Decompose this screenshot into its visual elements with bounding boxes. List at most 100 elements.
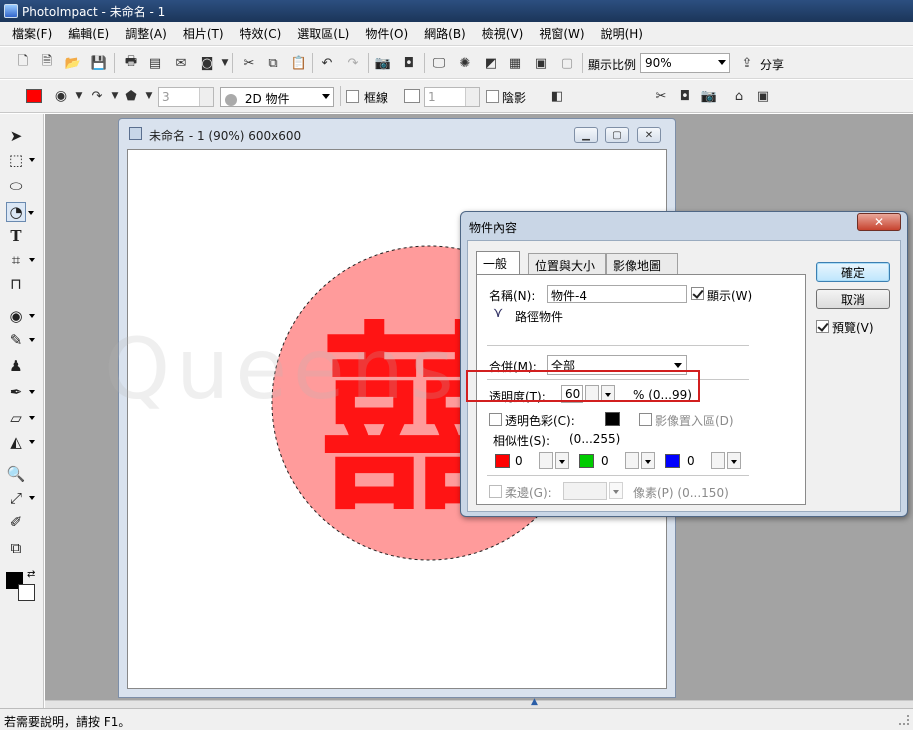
menu-help[interactable]: 說明(H)	[593, 25, 651, 42]
maximize-button[interactable]: ▢	[605, 127, 629, 143]
redo-icon[interactable]: ↷	[344, 54, 362, 72]
home-icon[interactable]: ⌂	[730, 87, 748, 105]
close-button[interactable]: ✕	[637, 127, 661, 143]
share-icon[interactable]: ⇪	[738, 54, 756, 72]
blue-spin-icon[interactable]	[711, 452, 725, 469]
perspective-tool-icon[interactable]: ⊓	[6, 274, 26, 294]
red-dropdown[interactable]	[555, 452, 569, 469]
menu-web[interactable]: 網路(B)	[416, 25, 474, 42]
scanner-icon[interactable]: ◘	[400, 54, 418, 72]
text-tool-icon[interactable]: T	[6, 226, 26, 246]
monitor-icon[interactable]: 🖵	[430, 54, 448, 72]
menu-window[interactable]: 視窗(W)	[531, 25, 592, 42]
menu-view[interactable]: 檢視(V)	[474, 25, 532, 42]
ok-button[interactable]: 確定	[816, 262, 890, 282]
path-edit-tool-icon[interactable]: ⬭	[6, 176, 26, 196]
spin-icon[interactable]	[465, 88, 479, 106]
menu-selection[interactable]: 選取區(L)	[289, 25, 357, 42]
new-from-template-icon[interactable]: 🗎	[38, 54, 56, 72]
name-input[interactable]: 物件-4	[547, 285, 687, 303]
new-file-icon[interactable]: 🗋	[14, 54, 32, 72]
path-mode-icon[interactable]: ↷	[88, 87, 106, 105]
eraser-tool-icon[interactable]: ▱	[6, 408, 35, 428]
fill-tool-icon[interactable]: ◭	[6, 432, 35, 452]
transparent-color-checkbox[interactable]	[489, 413, 502, 426]
cancel-button[interactable]: 取消	[816, 289, 890, 309]
pick-tool-icon[interactable]: ➤	[6, 126, 26, 146]
transparent-color-swatch[interactable]	[605, 412, 620, 426]
image-in-checkbox[interactable]	[639, 413, 652, 426]
red-value[interactable]: 0	[515, 454, 523, 468]
resize-grip-icon[interactable]	[899, 715, 909, 725]
email-icon[interactable]: ✉	[172, 54, 190, 72]
eyedropper-tool-icon[interactable]: ⤢	[6, 488, 35, 508]
stamp-tool-icon[interactable]: ♟	[6, 356, 26, 376]
show-checkbox[interactable]	[691, 287, 704, 300]
red-spin-icon[interactable]	[539, 452, 553, 469]
shape-icon[interactable]: ⬟	[122, 87, 140, 105]
menu-photo[interactable]: 相片(T)	[175, 25, 232, 42]
redeye-tool-icon[interactable]: ◉	[6, 306, 35, 326]
fill-type-icon[interactable]: ◉	[52, 87, 70, 105]
clone-tool-icon[interactable]: ✒	[6, 382, 35, 402]
tab-position-size[interactable]: 位置與大小	[528, 253, 606, 274]
zoom-select[interactable]: 90%	[640, 53, 730, 73]
camera-icon[interactable]: 📷	[374, 54, 392, 72]
open-folder-icon[interactable]: 📂	[64, 54, 82, 72]
menu-effects[interactable]: 特效(C)	[232, 25, 290, 42]
selection-tool-icon[interactable]: ⬚	[6, 150, 35, 170]
soft-edge-checkbox[interactable]	[489, 485, 502, 498]
fill-color-swatch[interactable]	[26, 89, 42, 103]
border-checkbox[interactable]	[346, 90, 359, 103]
width-spinner[interactable]: 3	[158, 87, 214, 107]
green-spin-icon[interactable]	[625, 452, 639, 469]
disabled-tool-icon[interactable]: ▢	[558, 54, 576, 72]
fill-type-dropdown-icon[interactable]: ▼	[70, 87, 88, 105]
pen-tool-icon[interactable]: ✐	[6, 512, 26, 532]
photoimpact-app-icon[interactable]	[4, 4, 18, 18]
tab-image-map[interactable]: 影像地圖	[606, 253, 678, 274]
spin-icon[interactable]	[199, 88, 213, 106]
capture-icon[interactable]: ◙	[198, 54, 216, 72]
border-color-swatch[interactable]	[404, 89, 420, 103]
crop-tool-icon[interactable]: ⌗	[6, 250, 35, 270]
menu-edit[interactable]: 編輯(E)	[60, 25, 117, 42]
mode-select[interactable]: 2D 物件	[220, 87, 334, 107]
copy-icon[interactable]: ⧉	[264, 54, 282, 72]
undo-icon[interactable]: ↶	[318, 54, 336, 72]
transform-icon[interactable]: ✂	[652, 87, 670, 105]
curve-icon[interactable]: ◩	[482, 54, 500, 72]
paste-icon[interactable]: 📋	[290, 54, 308, 72]
soft-edge-dropdown[interactable]	[609, 482, 623, 499]
tab-general[interactable]: 一般	[476, 251, 520, 275]
camera-small-icon[interactable]: 📷	[700, 87, 718, 105]
green-dropdown[interactable]	[641, 452, 655, 469]
blue-value[interactable]: 0	[687, 454, 695, 468]
print-icon[interactable]: 🖶	[122, 54, 140, 72]
print-preview-icon[interactable]: ▤	[146, 54, 164, 72]
menu-object[interactable]: 物件(O)	[357, 25, 416, 42]
enhance-icon[interactable]: ▦	[506, 54, 524, 72]
workspace-scrollbar[interactable]: ▲	[45, 697, 913, 708]
minimize-button[interactable]: ▁	[574, 127, 598, 143]
shadow-checkbox[interactable]	[486, 90, 499, 103]
menu-file[interactable]: 檔案(F)	[4, 25, 60, 42]
filter-icon[interactable]: ▣	[532, 54, 550, 72]
path-drawing-tool-icon[interactable]: ◔	[6, 202, 34, 222]
brightness-icon[interactable]: ✺	[456, 54, 474, 72]
blue-dropdown[interactable]	[727, 452, 741, 469]
share-label[interactable]: 分享	[760, 56, 784, 73]
swap-colors-icon[interactable]: ⇄	[27, 569, 35, 580]
cut-icon[interactable]: ✂	[240, 54, 258, 72]
shape-dropdown-icon[interactable]: ▼	[140, 87, 158, 105]
panel-icon[interactable]: ▣	[754, 87, 772, 105]
transform-tool-icon[interactable]: ⧉	[6, 538, 26, 558]
zoom-tool-icon[interactable]: 🔍	[6, 464, 26, 484]
soft-edge-input[interactable]	[563, 482, 607, 500]
preview-checkbox[interactable]	[816, 320, 829, 333]
green-value[interactable]: 0	[601, 454, 609, 468]
save-icon[interactable]: 💾	[90, 54, 108, 72]
menu-adjust[interactable]: 調整(A)	[117, 25, 175, 42]
border-width-spinner[interactable]: 1	[424, 87, 480, 107]
scroll-up-icon[interactable]: ▲	[531, 697, 538, 707]
